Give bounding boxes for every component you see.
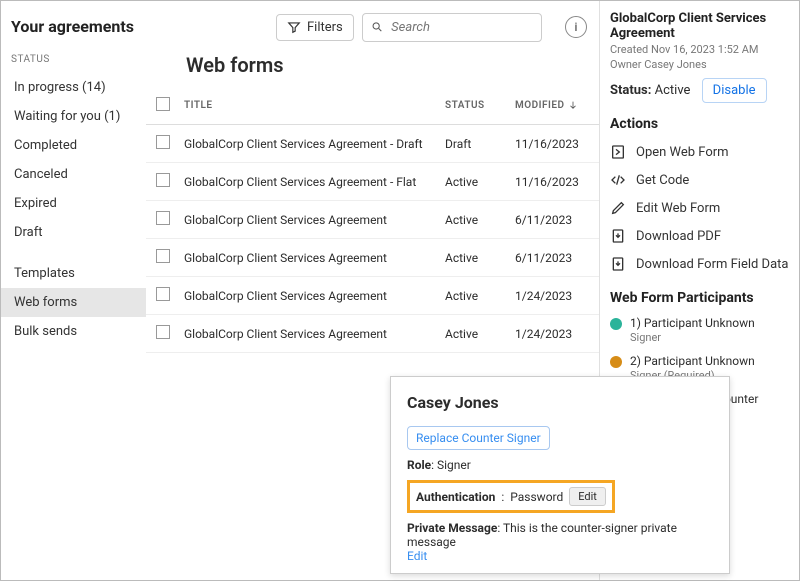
- filters-button[interactable]: Filters: [276, 14, 354, 41]
- sidebar-item[interactable]: In progress (14): [1, 73, 146, 102]
- detail-owner: Owner Casey Jones: [610, 58, 789, 71]
- filter-icon: [287, 20, 301, 34]
- select-all-checkbox[interactable]: [156, 97, 170, 111]
- auth-edit-button[interactable]: Edit: [569, 487, 606, 506]
- download-pdf-icon: [610, 228, 626, 244]
- popover-name: Casey Jones: [407, 393, 713, 412]
- sidebar-item[interactable]: Canceled: [1, 160, 146, 189]
- search-input-wrap[interactable]: [362, 13, 542, 42]
- row-checkbox[interactable]: [156, 135, 170, 149]
- col-modified[interactable]: MODIFIED: [509, 87, 599, 125]
- authentication-highlight: Authentication: Password Edit: [407, 480, 615, 513]
- participant-popover: Casey Jones Replace Counter Signer Role:…: [390, 376, 730, 574]
- sidebar-item[interactable]: Draft: [1, 218, 146, 247]
- sidebar-item[interactable]: Expired: [1, 189, 146, 218]
- private-message-edit-link[interactable]: Edit: [407, 549, 427, 563]
- download-form-data-action[interactable]: Download Form Field Data: [610, 256, 789, 272]
- filters-label: Filters: [307, 20, 343, 35]
- participant-item[interactable]: 1) Participant UnknownSigner: [610, 316, 789, 344]
- row-checkbox[interactable]: [156, 325, 170, 339]
- webforms-table: TITLE STATUS MODIFIED GlobalCorp Client …: [146, 87, 599, 353]
- actions-heading: Actions: [610, 116, 789, 132]
- sort-desc-icon: [568, 100, 578, 110]
- participant-dot: [610, 318, 622, 330]
- row-checkbox[interactable]: [156, 287, 170, 301]
- table-row[interactable]: GlobalCorp Client Services AgreementActi…: [146, 277, 599, 315]
- code-icon: [610, 172, 626, 188]
- detail-created: Created Nov 16, 2023 1:52 AM: [610, 43, 789, 56]
- get-code-action[interactable]: Get Code: [610, 172, 789, 188]
- pencil-icon: [610, 200, 626, 216]
- download-pdf-action[interactable]: Download PDF: [610, 228, 789, 244]
- row-checkbox[interactable]: [156, 249, 170, 263]
- section-heading: Web forms: [186, 53, 599, 77]
- sidebar-item[interactable]: Completed: [1, 131, 146, 160]
- table-row[interactable]: GlobalCorp Client Services AgreementActi…: [146, 315, 599, 353]
- table-row[interactable]: GlobalCorp Client Services Agreement - D…: [146, 125, 599, 163]
- row-checkbox[interactable]: [156, 173, 170, 187]
- participant-dot: [610, 356, 622, 368]
- sidebar-item[interactable]: Templates: [1, 259, 146, 288]
- open-icon: [610, 144, 626, 160]
- row-checkbox[interactable]: [156, 211, 170, 225]
- sidebar-item[interactable]: Web forms: [1, 288, 146, 317]
- table-row[interactable]: GlobalCorp Client Services Agreement - F…: [146, 163, 599, 201]
- participants-heading: Web Form Participants: [610, 290, 789, 306]
- table-row[interactable]: GlobalCorp Client Services AgreementActi…: [146, 239, 599, 277]
- search-icon: [371, 20, 383, 34]
- disable-button[interactable]: Disable: [702, 78, 767, 103]
- page-title: Your agreements: [11, 17, 146, 36]
- sidebar-item[interactable]: Waiting for you (1): [1, 102, 146, 131]
- detail-title: GlobalCorp Client Services Agreement: [610, 11, 789, 41]
- col-title[interactable]: TITLE: [180, 87, 439, 125]
- download-data-icon: [610, 256, 626, 272]
- status-header: STATUS: [11, 54, 146, 65]
- info-icon[interactable]: i: [565, 16, 587, 38]
- search-input[interactable]: [389, 19, 533, 36]
- open-web-form-action[interactable]: Open Web Form: [610, 144, 789, 160]
- sidebar-item[interactable]: Bulk sends: [1, 317, 146, 346]
- edit-web-form-action[interactable]: Edit Web Form: [610, 200, 789, 216]
- replace-counter-signer-button[interactable]: Replace Counter Signer: [407, 426, 550, 450]
- table-row[interactable]: GlobalCorp Client Services AgreementActi…: [146, 201, 599, 239]
- col-status[interactable]: STATUS: [439, 87, 509, 125]
